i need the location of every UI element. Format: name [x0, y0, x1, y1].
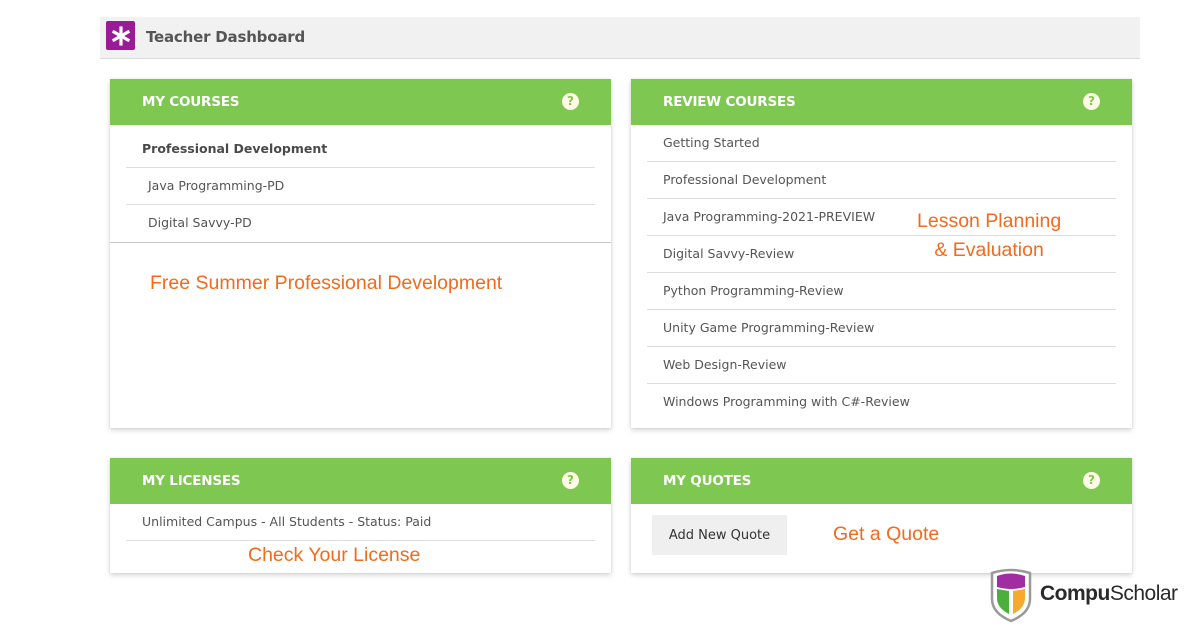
asterisk-icon[interactable] [106, 21, 135, 50]
review-courses-header: REVIEW COURSES ? [631, 79, 1132, 125]
my-quotes-header: MY QUOTES ? [631, 458, 1132, 504]
license-item[interactable]: Unlimited Campus - All Students - Status… [126, 504, 595, 541]
check-license-annotation: Check Your License [248, 544, 421, 566]
review-item-unity-game-programming-review[interactable]: Unity Game Programming-Review [647, 310, 1116, 347]
free-pd-annotation: Free Summer Professional Development [150, 272, 503, 294]
review-courses-title: REVIEW COURSES [663, 94, 796, 110]
dashboard-header: Teacher Dashboard [100, 17, 1140, 59]
compuscholar-logo: CompuScholar [988, 565, 1198, 623]
my-licenses-header: MY LICENSES ? [110, 458, 611, 504]
brand-name: CompuScholar [1040, 582, 1178, 605]
question-circle-icon[interactable]: ? [562, 93, 579, 110]
question-circle-icon[interactable]: ? [1083, 93, 1100, 110]
annotation-line-1: Lesson Planning [917, 210, 1062, 232]
my-licenses-title: MY LICENSES [142, 473, 241, 489]
question-circle-icon[interactable]: ? [562, 472, 579, 489]
shield-logo-icon [990, 568, 1032, 623]
add-new-quote-button[interactable]: Add New Quote [652, 515, 787, 555]
my-licenses-card: MY LICENSES ? Unlimited Campus - All Stu… [110, 458, 611, 573]
my-quotes-card: MY QUOTES ? Add New Quote Get a Quote [631, 458, 1132, 573]
my-quotes-title: MY QUOTES [663, 473, 752, 489]
annotation-line-2: & Evaluation [934, 239, 1044, 261]
divider [110, 242, 611, 243]
my-courses-header: MY COURSES ? [110, 79, 611, 125]
my-courses-title: MY COURSES [142, 94, 240, 110]
review-item-python-programming-review[interactable]: Python Programming-Review [647, 273, 1116, 310]
question-circle-icon[interactable]: ? [1083, 472, 1100, 489]
review-item-web-design-review[interactable]: Web Design-Review [647, 347, 1116, 384]
review-courses-card: REVIEW COURSES ? Getting Started Profess… [631, 79, 1132, 428]
course-item-java-programming-pd[interactable]: Java Programming-PD [126, 168, 595, 205]
course-item-digital-savvy-pd[interactable]: Digital Savvy-PD [126, 205, 595, 242]
my-courses-list: Professional Development Java Programmin… [126, 131, 595, 242]
review-courses-list: Getting Started Professional Development… [647, 125, 1116, 421]
course-group-header: Professional Development [126, 131, 595, 168]
page-title: Teacher Dashboard [146, 28, 305, 46]
my-courses-card: MY COURSES ? Professional Development Ja… [110, 79, 611, 428]
lesson-planning-annotation: Lesson Planning & Evaluation [917, 207, 1061, 265]
get-quote-annotation: Get a Quote [833, 523, 940, 545]
review-item-getting-started[interactable]: Getting Started [647, 125, 1116, 162]
review-item-professional-development[interactable]: Professional Development [647, 162, 1116, 199]
review-item-windows-programming-review[interactable]: Windows Programming with C#-Review [647, 384, 1116, 421]
